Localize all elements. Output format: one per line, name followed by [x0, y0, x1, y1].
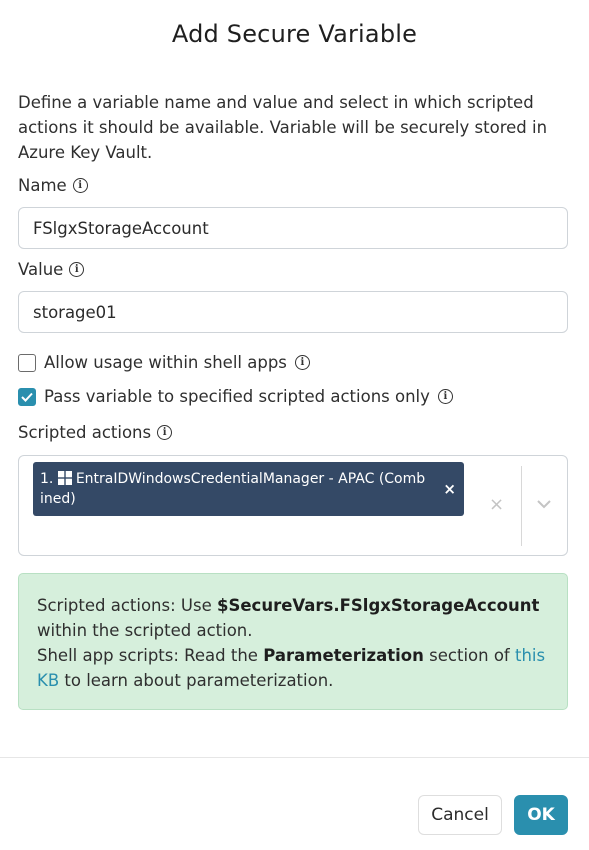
chevron-down-icon[interactable]: [537, 500, 551, 509]
info-icon[interactable]: i: [294, 355, 310, 370]
scripted-actions-label: Scripted actions: [18, 423, 152, 442]
info-line2-mid: section of: [423, 646, 515, 665]
ok-button[interactable]: OK: [514, 795, 568, 835]
remove-chip-icon[interactable]: ×: [443, 479, 456, 499]
value-label-row: Value i: [18, 260, 85, 279]
allow-shell-apps-label: Allow usage within shell apps: [44, 353, 287, 372]
name-input[interactable]: [18, 207, 568, 249]
info-line2-suffix: to learn about parameterization.: [59, 671, 334, 690]
info-icon[interactable]: i: [437, 389, 453, 404]
scripted-actions-label-row: Scripted actions i: [18, 423, 173, 442]
pass-variable-label: Pass variable to specified scripted acti…: [44, 387, 430, 406]
value-label: Value: [18, 260, 64, 279]
dialog-description: Define a variable name and value and sel…: [18, 93, 548, 162]
scripted-actions-select[interactable]: 1. EntraIDWindowsCredentialManager - APA…: [18, 455, 568, 556]
value-input[interactable]: [18, 291, 568, 333]
selected-action-chip: 1. EntraIDWindowsCredentialManager - APA…: [33, 462, 464, 516]
usage-info-panel: Scripted actions: Use $SecureVars.FSlgxS…: [18, 573, 568, 710]
pass-variable-option[interactable]: Pass variable to specified scripted acti…: [18, 387, 453, 406]
pass-variable-checkbox[interactable]: [18, 387, 36, 406]
chip-name: EntraIDWindowsCredentialManager - APAC (…: [75, 471, 426, 487]
info-icon[interactable]: i: [69, 262, 85, 277]
secure-var-reference: $SecureVars.FSlgxStorageAccount: [217, 596, 540, 615]
name-label-row: Name i: [18, 176, 88, 195]
select-separator: [521, 466, 522, 546]
parameterization-text: Parameterization: [263, 646, 424, 665]
info-line1-suffix: within the scripted action.: [37, 621, 253, 640]
check-icon: [21, 392, 33, 402]
allow-shell-apps-checkbox[interactable]: [18, 353, 36, 372]
info-icon[interactable]: i: [72, 178, 88, 193]
cancel-button[interactable]: Cancel: [418, 795, 502, 835]
footer-divider: [0, 757, 589, 758]
info-icon[interactable]: i: [157, 425, 173, 440]
chip-name-cont: ined): [40, 491, 76, 507]
info-line1-prefix: Scripted actions: Use: [37, 596, 217, 615]
windows-icon: [57, 471, 72, 485]
name-label: Name: [18, 176, 67, 195]
chip-index: 1.: [40, 471, 54, 487]
allow-shell-apps-option[interactable]: Allow usage within shell apps i: [18, 353, 310, 372]
info-line2-prefix: Shell app scripts: Read the: [37, 646, 264, 665]
clear-selection-icon[interactable]: ×: [489, 494, 504, 515]
dialog-title: Add Secure Variable: [171, 20, 418, 48]
